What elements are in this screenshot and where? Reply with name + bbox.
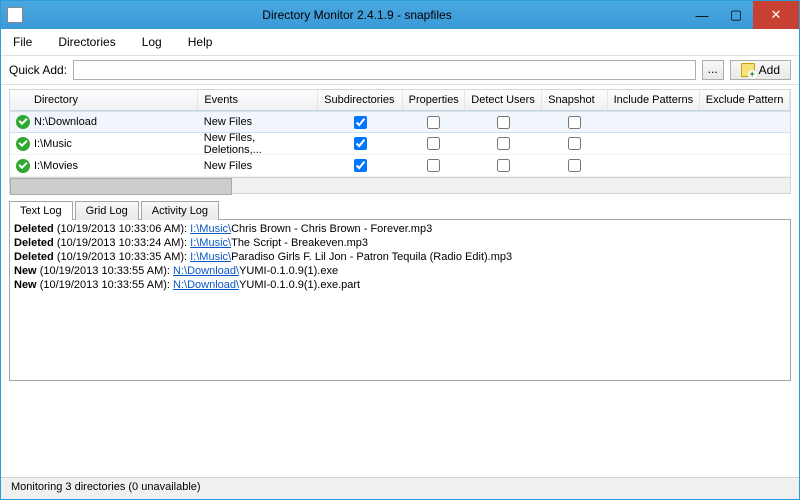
log-entry: New (10/19/2013 10:33:55 AM): N:\Downloa… <box>14 278 786 292</box>
subdir-checkbox[interactable] <box>354 159 367 172</box>
log-path-link[interactable]: I:\Music\ <box>190 223 231 235</box>
log-action: New <box>14 279 37 291</box>
grid-header: Directory Events Subdirectories Properti… <box>10 90 790 111</box>
log-file: YUMI-0.1.0.9(1).exe.part <box>239 279 360 291</box>
col-events[interactable]: Events <box>198 90 318 110</box>
properties-checkbox[interactable] <box>427 116 440 129</box>
folder-add-icon <box>741 63 755 77</box>
quick-add-input[interactable] <box>73 60 696 80</box>
log-file: YUMI-0.1.0.9(1).exe <box>239 265 338 277</box>
menu-file[interactable]: File <box>9 33 36 51</box>
log-action: Deleted <box>14 237 54 249</box>
maximize-button[interactable]: ▢ <box>719 1 753 29</box>
quick-add-label: Quick Add: <box>9 63 67 77</box>
log-tabs: Text Log Grid Log Activity Log <box>9 200 791 219</box>
log-path-link[interactable]: N:\Download\ <box>173 265 239 277</box>
status-bar: Monitoring 3 directories (0 unavailable) <box>1 477 799 499</box>
log-file: Paradiso Girls F. Lil Jon - Patron Tequi… <box>231 251 512 263</box>
col-properties[interactable]: Properties <box>403 90 466 110</box>
log-timestamp: (10/19/2013 10:33:55 AM): <box>40 279 173 291</box>
title-bar: Directory Monitor 2.4.1.9 - snapfiles — … <box>1 1 799 29</box>
tab-text-log[interactable]: Text Log <box>9 201 73 220</box>
table-row[interactable]: I:\Music New Files, Deletions,... <box>10 133 790 155</box>
exclude-cell <box>700 120 790 124</box>
status-ok-icon <box>16 159 30 173</box>
events-cell: New Files <box>198 114 318 130</box>
col-include-patterns[interactable]: Include Patterns <box>608 90 700 110</box>
menu-log[interactable]: Log <box>138 33 166 51</box>
log-path-link[interactable]: I:\Music\ <box>190 237 231 249</box>
app-icon <box>7 7 23 23</box>
dir-path: N:\Download <box>34 116 97 128</box>
status-ok-icon <box>16 137 30 151</box>
col-exclude-patterns[interactable]: Exclude Pattern <box>700 90 790 110</box>
menu-help[interactable]: Help <box>184 33 217 51</box>
directories-grid: Directory Events Subdirectories Properti… <box>9 89 791 178</box>
include-cell <box>607 120 699 124</box>
include-cell <box>607 142 699 146</box>
snapshot-checkbox[interactable] <box>568 159 581 172</box>
text-log-panel[interactable]: Deleted (10/19/2013 10:33:06 AM): I:\Mus… <box>9 219 791 381</box>
detect-users-checkbox[interactable] <box>497 116 510 129</box>
exclude-cell <box>700 164 790 168</box>
log-timestamp: (10/19/2013 10:33:24 AM): <box>57 237 190 249</box>
log-entry: Deleted (10/19/2013 10:33:24 AM): I:\Mus… <box>14 236 786 250</box>
log-path-link[interactable]: I:\Music\ <box>190 251 231 263</box>
dir-path: I:\Music <box>34 138 72 150</box>
browse-button[interactable]: ... <box>702 60 724 80</box>
tab-activity-log[interactable]: Activity Log <box>141 201 219 220</box>
detect-users-checkbox[interactable] <box>497 137 510 150</box>
log-entry: Deleted (10/19/2013 10:33:06 AM): I:\Mus… <box>14 222 786 236</box>
horizontal-scrollbar[interactable] <box>9 178 791 194</box>
col-detect-users[interactable]: Detect Users <box>465 90 542 110</box>
log-timestamp: (10/19/2013 10:33:55 AM): <box>40 265 173 277</box>
minimize-button[interactable]: — <box>685 1 719 29</box>
log-file: The Script - Breakeven.mp3 <box>231 237 368 249</box>
log-timestamp: (10/19/2013 10:33:35 AM): <box>57 251 190 263</box>
log-file: Chris Brown - Chris Brown - Forever.mp3 <box>231 223 432 235</box>
col-snapshot[interactable]: Snapshot <box>542 90 607 110</box>
table-row[interactable]: I:\Movies New Files <box>10 155 790 177</box>
subdir-checkbox[interactable] <box>354 116 367 129</box>
log-action: Deleted <box>14 223 54 235</box>
close-button[interactable]: ✕ <box>753 1 799 29</box>
log-path-link[interactable]: N:\Download\ <box>173 279 239 291</box>
events-cell: New Files, Deletions,... <box>198 130 318 158</box>
quick-add-toolbar: Quick Add: ... Add <box>1 56 799 85</box>
status-ok-icon <box>16 115 30 129</box>
window-title: Directory Monitor 2.4.1.9 - snapfiles <box>29 8 685 22</box>
exclude-cell <box>700 142 790 146</box>
log-action: Deleted <box>14 251 54 263</box>
properties-checkbox[interactable] <box>427 159 440 172</box>
log-action: New <box>14 265 37 277</box>
detect-users-checkbox[interactable] <box>497 159 510 172</box>
properties-checkbox[interactable] <box>427 137 440 150</box>
table-row[interactable]: N:\Download New Files <box>10 111 790 133</box>
subdir-checkbox[interactable] <box>354 137 367 150</box>
col-directory[interactable]: Directory <box>10 90 198 110</box>
dir-path: I:\Movies <box>34 160 78 172</box>
menu-bar: File Directories Log Help <box>1 29 799 56</box>
menu-directories[interactable]: Directories <box>54 33 119 51</box>
col-subdirectories[interactable]: Subdirectories <box>318 90 403 110</box>
tab-grid-log[interactable]: Grid Log <box>75 201 139 220</box>
add-button-label: Add <box>759 63 780 77</box>
log-entry: Deleted (10/19/2013 10:33:35 AM): I:\Mus… <box>14 250 786 264</box>
log-timestamp: (10/19/2013 10:33:06 AM): <box>57 223 190 235</box>
log-entry: New (10/19/2013 10:33:55 AM): N:\Downloa… <box>14 264 786 278</box>
snapshot-checkbox[interactable] <box>568 137 581 150</box>
add-button[interactable]: Add <box>730 60 791 80</box>
snapshot-checkbox[interactable] <box>568 116 581 129</box>
events-cell: New Files <box>198 158 318 174</box>
include-cell <box>607 164 699 168</box>
